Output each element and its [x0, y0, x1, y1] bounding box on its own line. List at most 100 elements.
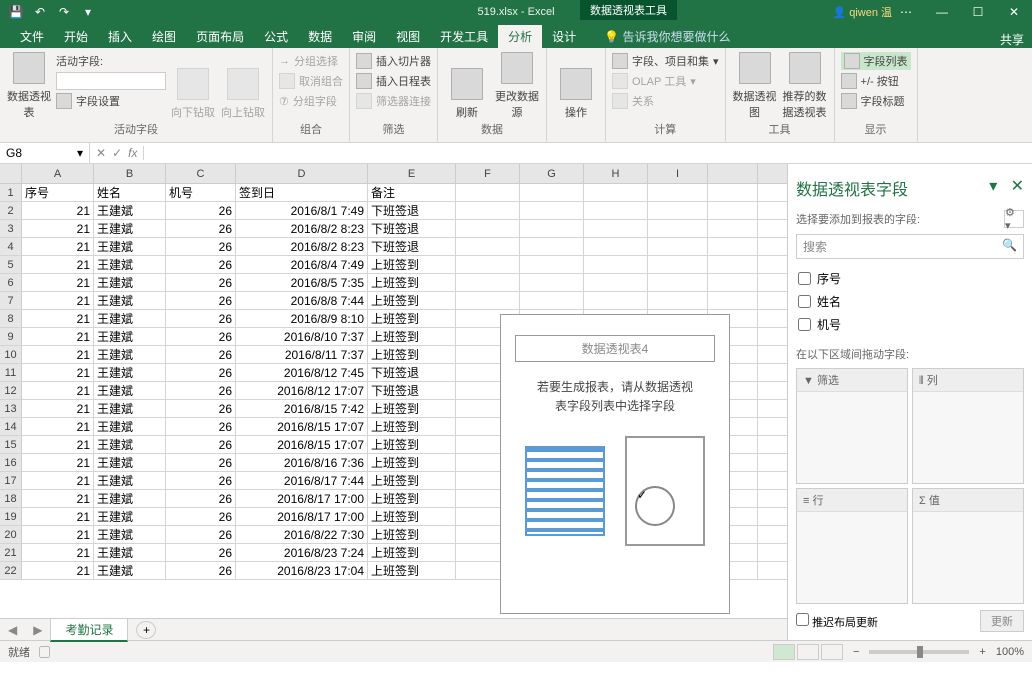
qat-more-icon[interactable]: ▾ — [78, 2, 98, 22]
row-header[interactable]: 1 — [0, 184, 22, 201]
columns-area[interactable]: ⫴ 列 — [912, 368, 1024, 484]
row-header[interactable]: 14 — [0, 418, 22, 435]
field-item[interactable]: 序号 — [796, 267, 1024, 290]
fields-items-sets-button[interactable]: 字段、项目和集 ▾ — [612, 52, 719, 70]
row-header[interactable]: 13 — [0, 400, 22, 417]
col-header[interactable]: G — [520, 164, 584, 183]
page-break-view-button[interactable] — [821, 644, 843, 660]
col-header[interactable]: F — [456, 164, 520, 183]
col-header[interactable]: I — [648, 164, 708, 183]
sheet-nav-prev[interactable]: ◀ — [0, 623, 25, 637]
field-checkbox[interactable] — [798, 295, 811, 308]
defer-update-checkbox[interactable]: 推迟布局更新 — [796, 613, 878, 630]
table-row[interactable]: 621王建斌262016/8/5 7:35上班签到 — [0, 274, 787, 292]
values-area[interactable]: Σ 值 — [912, 488, 1024, 604]
pivotchart-button[interactable]: 数据透视图 — [732, 52, 778, 120]
enter-formula-icon[interactable]: ✓ — [112, 146, 122, 160]
col-header[interactable]: B — [94, 164, 166, 183]
actions-button[interactable]: 操作 — [553, 52, 599, 120]
row-header[interactable]: 10 — [0, 346, 22, 363]
recommended-pivot-button[interactable]: 推荐的数据透视表 — [782, 52, 828, 120]
page-layout-view-button[interactable] — [797, 644, 819, 660]
cell[interactable]: 备注 — [368, 184, 456, 201]
user-name[interactable]: 👤 qiwen 温 — [832, 4, 892, 20]
cell[interactable]: 序号 — [22, 184, 94, 201]
select-all-button[interactable] — [0, 164, 22, 183]
col-header[interactable]: H — [584, 164, 648, 183]
cancel-formula-icon[interactable]: ✕ — [96, 146, 106, 160]
panel-close-icon[interactable]: ✕ — [1011, 178, 1024, 195]
active-field-input[interactable] — [56, 72, 166, 90]
share-button[interactable]: 共享 — [1000, 31, 1024, 48]
maximize-icon[interactable]: ☐ — [960, 0, 996, 24]
refresh-button[interactable]: 刷新 — [444, 52, 490, 120]
row-header[interactable]: 6 — [0, 274, 22, 291]
table-row[interactable]: 221王建斌262016/8/1 7:49下班签退 — [0, 202, 787, 220]
row-header[interactable]: 17 — [0, 472, 22, 489]
row-header[interactable]: 7 — [0, 292, 22, 309]
field-search-input[interactable]: 搜索🔍 — [796, 234, 1024, 259]
normal-view-button[interactable] — [773, 644, 795, 660]
row-header[interactable]: 22 — [0, 562, 22, 579]
field-item[interactable]: 机号 — [796, 313, 1024, 336]
col-header[interactable] — [708, 164, 758, 183]
tab-插入[interactable]: 插入 — [98, 25, 142, 48]
zoom-level[interactable]: 100% — [996, 646, 1024, 658]
plus-minus-toggle[interactable]: +/- 按钮 — [841, 72, 911, 90]
row-header[interactable]: 15 — [0, 436, 22, 453]
ribbon-options-icon[interactable]: ⋯ — [888, 0, 924, 24]
field-headers-toggle[interactable]: 字段标题 — [841, 92, 911, 110]
tab-文件[interactable]: 文件 — [10, 25, 54, 48]
name-box[interactable]: G8▾ — [0, 143, 90, 164]
tab-公式[interactable]: 公式 — [254, 25, 298, 48]
zoom-out-button[interactable]: − — [853, 646, 859, 658]
row-header[interactable]: 18 — [0, 490, 22, 507]
row-header[interactable]: 4 — [0, 238, 22, 255]
field-item[interactable]: 姓名 — [796, 290, 1024, 313]
table-row[interactable]: 421王建斌262016/8/2 8:23下班签退 — [0, 238, 787, 256]
gear-icon[interactable]: ⚙ ▾ — [1004, 210, 1024, 228]
panel-dropdown-icon[interactable]: ▾ — [989, 178, 997, 195]
add-sheet-button[interactable]: + — [136, 621, 156, 639]
row-header[interactable]: 5 — [0, 256, 22, 273]
chevron-down-icon[interactable]: ▾ — [77, 146, 83, 160]
row-header[interactable]: 20 — [0, 526, 22, 543]
row-header[interactable]: 19 — [0, 508, 22, 525]
macro-record-icon[interactable]: ▢ — [39, 647, 50, 659]
row-header[interactable]: 21 — [0, 544, 22, 561]
table-row[interactable]: 321王建斌262016/8/2 8:23下班签退 — [0, 220, 787, 238]
cell[interactable]: 签到日 — [236, 184, 368, 201]
col-header[interactable]: C — [166, 164, 236, 183]
undo-icon[interactable]: ↶ — [30, 2, 50, 22]
row-header[interactable]: 2 — [0, 202, 22, 219]
tab-开发工具[interactable]: 开发工具 — [430, 25, 498, 48]
pivot-placeholder[interactable]: 数据透视表4 若要生成报表，请从数据透视表字段列表中选择字段 ✓ — [500, 314, 730, 614]
pivottable-button[interactable]: 数据透视表 — [6, 52, 52, 120]
insert-slicer-button[interactable]: 插入切片器 — [356, 52, 431, 70]
table-row[interactable]: 721王建斌262016/8/8 7:44上班签到 — [0, 292, 787, 310]
row-header[interactable]: 16 — [0, 454, 22, 471]
field-settings-button[interactable]: 字段设置 — [56, 92, 166, 110]
field-checkbox[interactable] — [798, 272, 811, 285]
filter-area[interactable]: ▼ 筛选 — [796, 368, 908, 484]
tab-设计[interactable]: 设计 — [542, 25, 586, 48]
close-icon[interactable]: ✕ — [996, 0, 1032, 24]
minimize-icon[interactable]: — — [924, 0, 960, 24]
save-icon[interactable]: 💾 — [6, 2, 26, 22]
tab-开始[interactable]: 开始 — [54, 25, 98, 48]
tab-视图[interactable]: 视图 — [386, 25, 430, 48]
tab-分析[interactable]: 分析 — [498, 25, 542, 48]
col-header[interactable]: A — [22, 164, 94, 183]
fx-icon[interactable]: fx — [128, 146, 137, 160]
tab-页面布局[interactable]: 页面布局 — [186, 25, 254, 48]
tab-绘图[interactable]: 绘图 — [142, 25, 186, 48]
row-header[interactable]: 12 — [0, 382, 22, 399]
row-header[interactable]: 11 — [0, 364, 22, 381]
zoom-slider[interactable] — [869, 650, 969, 654]
insert-timeline-button[interactable]: 插入日程表 — [356, 72, 431, 90]
tell-me-input[interactable]: 💡 告诉我你想要做什么 — [594, 25, 740, 48]
change-datasource-button[interactable]: 更改数据源 — [494, 52, 540, 120]
table-row[interactable]: 521王建斌262016/8/4 7:49上班签到 — [0, 256, 787, 274]
tab-审阅[interactable]: 审阅 — [342, 25, 386, 48]
row-header[interactable]: 3 — [0, 220, 22, 237]
